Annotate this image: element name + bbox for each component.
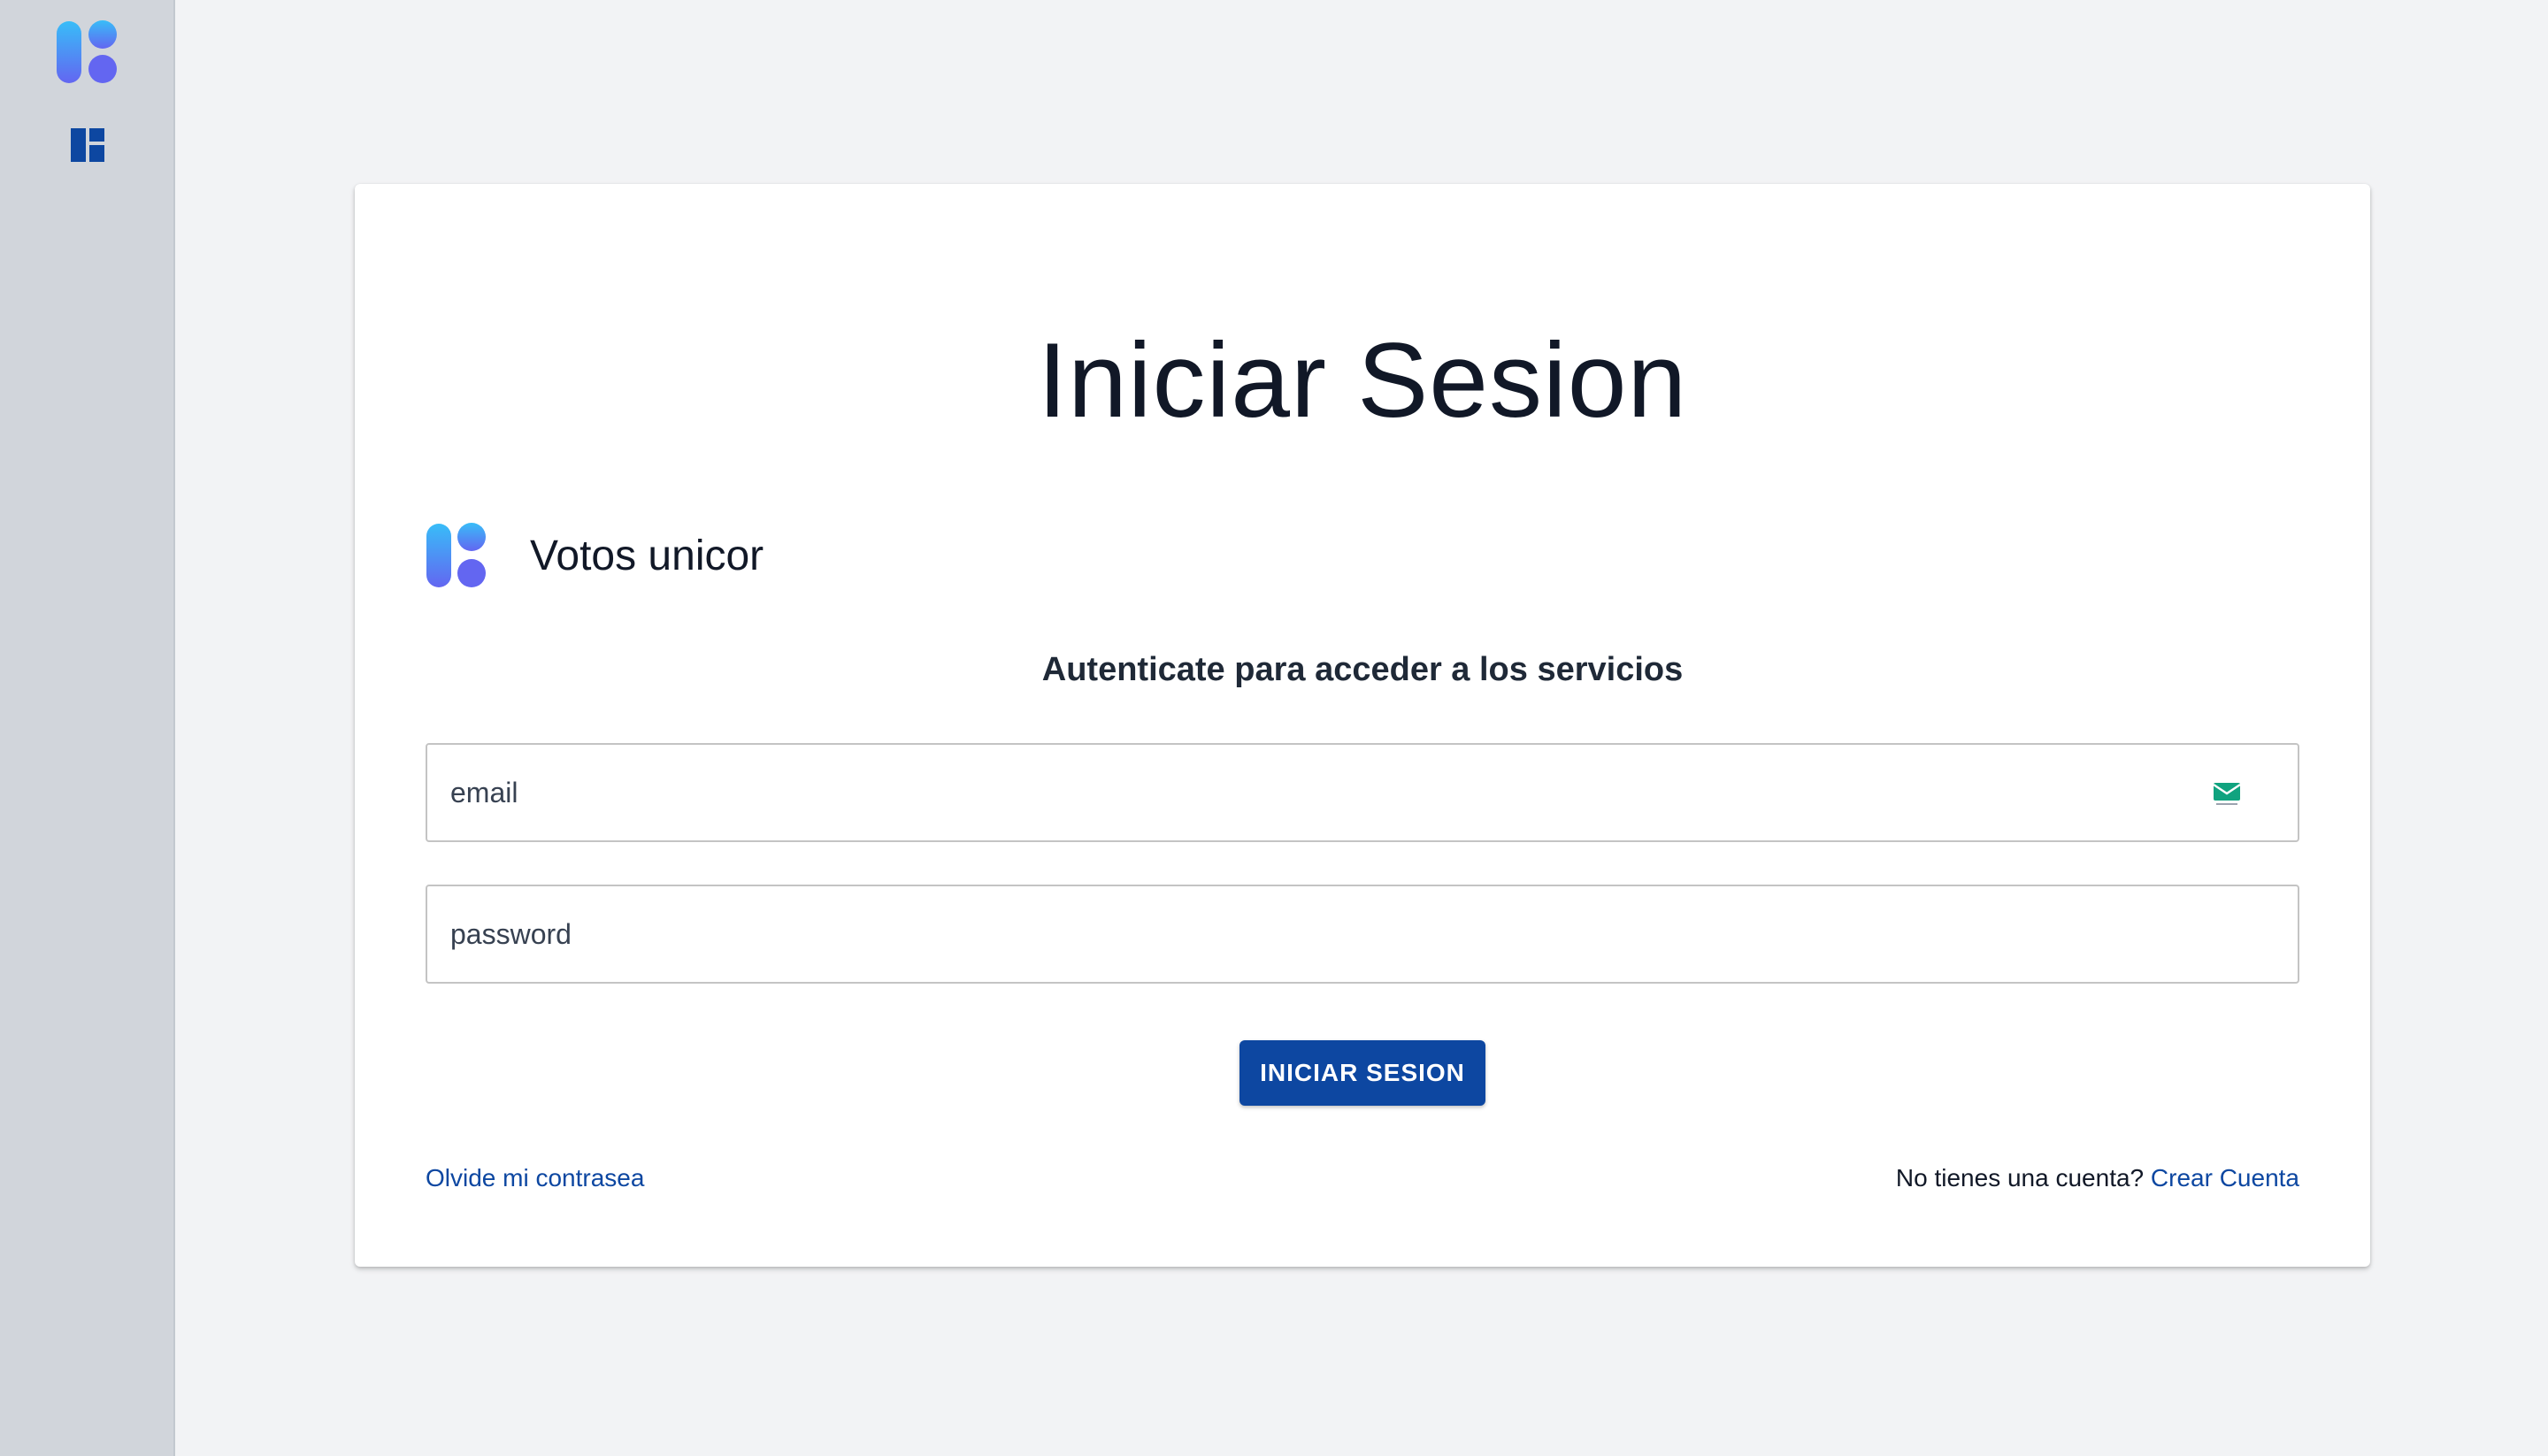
login-card: Iniciar Sesion Votos unicor Autenticate …	[355, 184, 2370, 1267]
mail-icon	[2213, 780, 2241, 807]
login-button[interactable]: INICIAR SESION	[1239, 1040, 1485, 1106]
brand: Votos unicor	[426, 522, 764, 589]
dashboard-icon[interactable]	[71, 128, 104, 162]
app-logo-icon[interactable]	[55, 19, 120, 85]
create-account-link[interactable]: Crear Cuenta	[2151, 1164, 2299, 1192]
brand-logo-icon	[426, 522, 487, 589]
password-input[interactable]	[427, 886, 2298, 982]
brand-name: Votos unicor	[530, 532, 764, 579]
email-field-container	[426, 743, 2299, 842]
forgot-password-link[interactable]: Olvide mi contrasea	[426, 1164, 644, 1192]
page-title: Iniciar Sesion	[1037, 321, 1688, 440]
sidebar	[0, 0, 175, 1456]
email-input[interactable]	[427, 745, 2298, 840]
no-account-text: No tienes una cuenta?	[1895, 1164, 2145, 1192]
login-subtitle: Autenticate para acceder a los servicios	[1041, 651, 1684, 688]
signup-prompt: No tienes una cuenta? Crear Cuenta	[1896, 1164, 2299, 1192]
password-field-container	[426, 885, 2299, 984]
